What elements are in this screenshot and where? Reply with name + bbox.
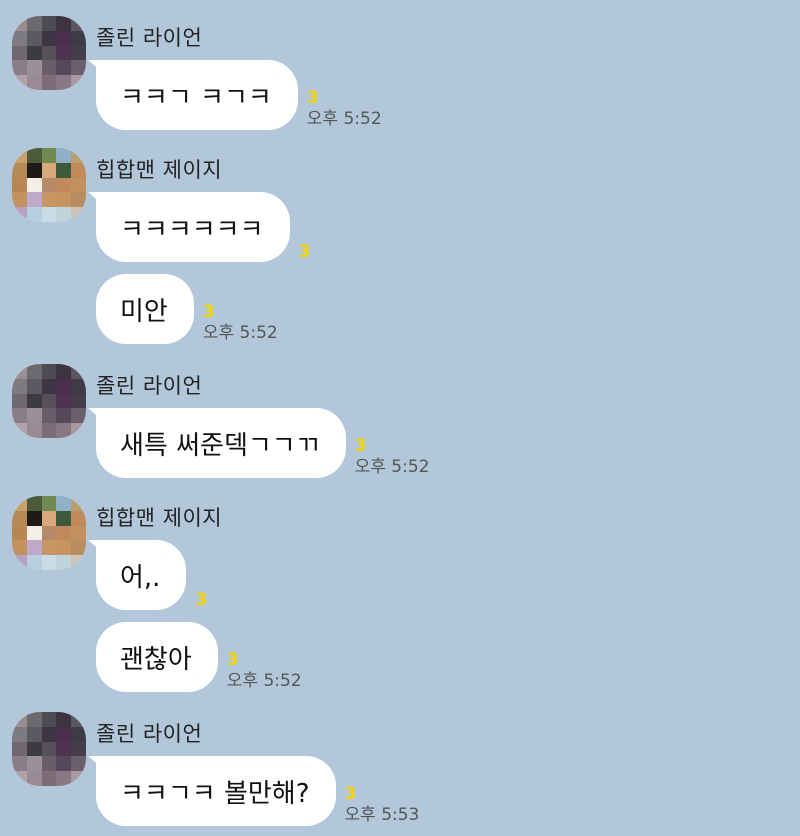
unread-count: 3 xyxy=(354,436,367,456)
message-meta: 3 xyxy=(195,590,207,610)
message-bubble[interactable]: 괜찮아 xyxy=(96,622,218,692)
unread-count: 3 xyxy=(344,784,357,804)
timestamp: 오후 5:52 xyxy=(226,671,302,691)
sender-name: 졸린 라이언 xyxy=(96,722,203,746)
avatar-hiphop-jayg[interactable] xyxy=(12,148,86,222)
message-bubble[interactable]: 새특 써준덱ㄱㄱㄲ xyxy=(96,408,346,478)
unread-count: 3 xyxy=(202,302,215,322)
message-bubble[interactable]: ㅋㅋㅋㅋㅋㅋ xyxy=(96,192,290,262)
message-meta: 3 오후 5:52 xyxy=(355,436,430,478)
unread-count: 3 xyxy=(226,650,239,670)
sender-name: 힙합맨 제이지 xyxy=(96,506,223,530)
message-meta: 3 오후 5:52 xyxy=(227,650,302,692)
message[interactable]: 괜찮아 3 오후 5:52 xyxy=(96,622,302,692)
timestamp: 오후 5:52 xyxy=(354,457,430,477)
unread-count: 3 xyxy=(306,88,319,108)
timestamp: 오후 5:52 xyxy=(202,323,278,343)
timestamp: 오후 5:53 xyxy=(344,805,420,825)
sender-name: 졸린 라이언 xyxy=(96,374,203,398)
message-bubble[interactable]: 미안 xyxy=(96,274,194,344)
message[interactable]: ㅋㅋㅋㅋㅋㅋ 3 xyxy=(87,192,311,262)
message[interactable]: ㅋㅋㄱㅋ 볼만해? 3 오후 5:53 xyxy=(87,756,420,826)
avatar-sleepy-ryan[interactable] xyxy=(12,364,86,438)
timestamp: 오후 5:52 xyxy=(306,109,382,129)
message[interactable]: 미안 3 오후 5:52 xyxy=(96,274,278,344)
message-meta: 3 오후 5:53 xyxy=(345,784,420,826)
sender-name: 힙합맨 제이지 xyxy=(96,158,223,182)
message-meta: 3 xyxy=(299,242,311,262)
sender-name: 졸린 라이언 xyxy=(96,26,203,50)
message-meta: 3 오후 5:52 xyxy=(307,88,382,130)
message-bubble[interactable]: ㅋㅋㄱㅋ 볼만해? xyxy=(96,756,336,826)
message[interactable]: ㅋㅋㄱ ㅋㄱㅋ 3 오후 5:52 xyxy=(88,60,382,130)
unread-count: 3 xyxy=(298,242,311,262)
message-bubble[interactable]: 어,. xyxy=(96,540,187,610)
avatar-sleepy-ryan[interactable] xyxy=(12,712,86,786)
message-bubble[interactable]: ㅋㅋㄱ ㅋㄱㅋ xyxy=(96,60,298,130)
message-meta: 3 오후 5:52 xyxy=(203,302,278,344)
message[interactable]: 어,. 3 xyxy=(87,540,207,610)
avatar-sleepy-ryan[interactable] xyxy=(12,16,86,90)
unread-count: 3 xyxy=(195,590,208,610)
message[interactable]: 새특 써준덱ㄱㄱㄲ 3 오후 5:52 xyxy=(87,408,430,478)
chat-room[interactable]: 졸린 라이언 ㅋㅋㄱ ㅋㄱㅋ 3 오후 5:52 힙합맨 제이지 ㅋㅋㅋㅋㅋㅋ … xyxy=(0,0,800,836)
avatar-hiphop-jayg[interactable] xyxy=(12,496,86,570)
